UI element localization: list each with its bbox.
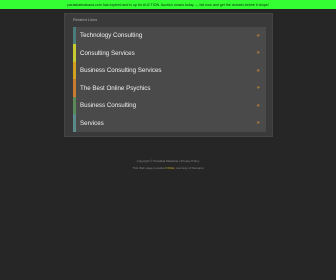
link-item-services[interactable]: Services » bbox=[73, 114, 266, 132]
double-chevron-right-icon: » bbox=[256, 32, 260, 39]
link-label: Technology Consulting bbox=[80, 32, 143, 40]
related-links-list: Technology Consulting » Consulting Servi… bbox=[73, 27, 266, 132]
footer-copyright-line: Copyright © Parakkat Makkana | Privacy P… bbox=[0, 159, 336, 163]
footer-parked-line: This Web page is parked FREE, courtesy o… bbox=[0, 166, 336, 170]
auction-banner[interactable]: parakkatmakana.com has expired and is up… bbox=[0, 0, 336, 9]
link-item-business-consulting-services[interactable]: Business Consulting Services » bbox=[73, 61, 266, 80]
courtesy-text: , courtesy of Domains bbox=[174, 166, 204, 170]
link-accent-bar bbox=[73, 79, 76, 97]
link-accent-bar bbox=[73, 27, 76, 45]
link-accent-bar bbox=[73, 44, 76, 62]
auction-banner-text: parakkatmakana.com has expired and is up… bbox=[67, 2, 269, 7]
related-links-panel: Related Links Technology Consulting » Co… bbox=[64, 13, 273, 137]
link-label: Consulting Services bbox=[80, 49, 135, 57]
panel-label: Related Links bbox=[73, 17, 98, 22]
link-item-consulting-services[interactable]: Consulting Services » bbox=[73, 44, 266, 62]
copyright-text: Copyright © Parakkat Makkana bbox=[136, 159, 179, 163]
link-accent-bar bbox=[73, 96, 76, 115]
double-chevron-right-icon: » bbox=[256, 67, 260, 74]
link-accent-bar bbox=[73, 114, 76, 132]
link-item-technology-consulting[interactable]: Technology Consulting » bbox=[73, 27, 266, 45]
double-chevron-right-icon: » bbox=[256, 102, 260, 109]
privacy-policy-link[interactable]: Privacy Policy bbox=[181, 159, 200, 163]
double-chevron-right-icon: » bbox=[256, 50, 260, 57]
link-accent-bar bbox=[73, 61, 76, 80]
parked-text: This Web page is parked bbox=[132, 166, 167, 170]
link-label: Business Consulting bbox=[80, 102, 137, 110]
double-chevron-right-icon: » bbox=[256, 85, 260, 92]
link-label: The Best Online Psychics bbox=[80, 84, 151, 92]
link-label: Services bbox=[80, 119, 104, 127]
link-item-business-consulting[interactable]: Business Consulting » bbox=[73, 96, 266, 115]
link-item-best-online-psychics[interactable]: The Best Online Psychics » bbox=[73, 79, 266, 97]
double-chevron-right-icon: » bbox=[256, 120, 260, 127]
link-label: Business Consulting Services bbox=[80, 67, 162, 75]
